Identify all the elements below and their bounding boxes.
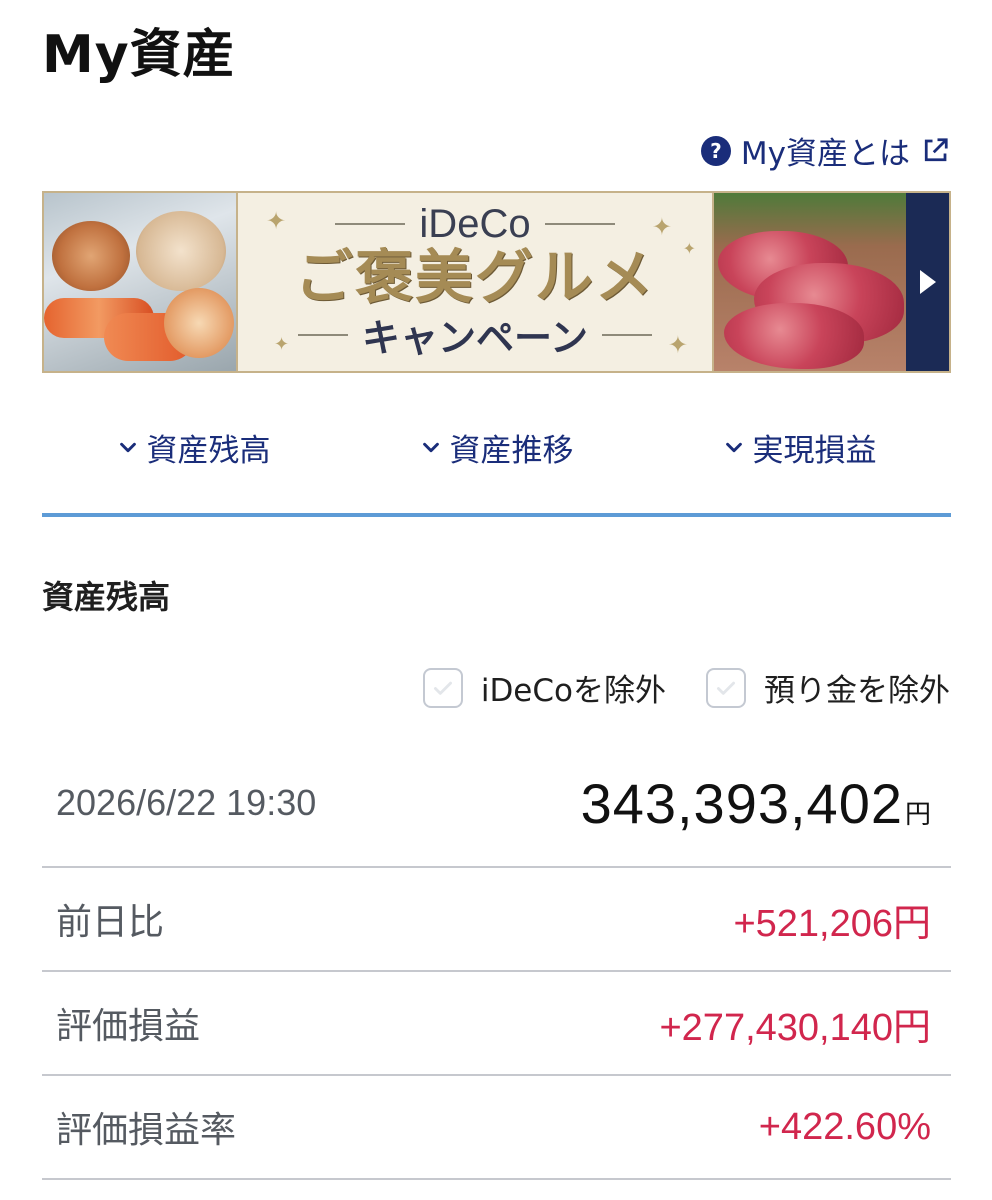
chevron-down-icon <box>725 442 742 453</box>
banner-sub-text: キャンペーン <box>361 316 589 361</box>
anchor-history-label: 資産推移 <box>449 432 574 469</box>
as-of-datetime: 2026/6/22 19:30 <box>56 782 317 823</box>
unrealized-pl-rate-value: +422.60% <box>758 1105 931 1148</box>
exclude-ideco-checkbox[interactable]: iDeCoを除外 <box>422 665 666 710</box>
exclude-ideco-label: iDeCoを除外 <box>480 673 666 709</box>
chevron-down-icon <box>422 442 439 453</box>
checkbox-box[interactable] <box>422 667 463 708</box>
summary-row: 評価損益率 +422.60% <box>42 1076 951 1180</box>
help-link[interactable]: ? My資産とは <box>700 128 950 173</box>
wagyu-beef-image <box>714 193 906 371</box>
day-change-value: +521,206円 <box>733 902 931 945</box>
anchor-history[interactable]: 資産推移 <box>345 420 648 474</box>
section-divider <box>42 513 951 517</box>
check-icon <box>433 681 452 695</box>
unrealized-pl-value: +277,430,140円 <box>659 1006 931 1049</box>
total-balance-value: 343,393,402 <box>580 771 903 835</box>
anchor-realized[interactable]: 実現損益 <box>648 420 951 474</box>
help-link-label: My資産とは <box>740 136 910 172</box>
summary-row: 前日比 +521,206円 <box>42 868 951 972</box>
unrealized-pl-rate-label: 評価損益率 <box>56 1110 237 1151</box>
unrealized-pl-label: 評価損益 <box>56 1006 201 1047</box>
chevron-down-icon <box>119 442 136 453</box>
banner-ideco-text: iDeCo <box>419 201 531 246</box>
external-link-icon <box>924 137 948 161</box>
banner-main-text: ご褒美グルメ <box>294 242 655 311</box>
play-arrow-icon <box>919 270 936 294</box>
check-icon <box>717 681 735 695</box>
filter-group: iDeCoを除外 預り金を除外 <box>422 665 950 710</box>
total-balance: 343,393,402 円 <box>581 771 951 836</box>
crab-platter-image <box>44 193 236 371</box>
section-title: 資産残高 <box>42 578 171 616</box>
total-balance-unit: 円 <box>904 799 931 830</box>
exclude-deposit-checkbox[interactable]: 預り金を除外 <box>706 665 950 710</box>
banner-next-button[interactable] <box>906 193 949 371</box>
exclude-deposit-label: 預り金を除外 <box>764 673 950 709</box>
campaign-banner[interactable]: ✦ ✦ ✦ ✦ ✦ iDeCo ご褒美グルメ キャンペーン <box>42 191 951 373</box>
total-balance-row: 2026/6/22 19:30 343,393,402 円 <box>42 740 951 868</box>
question-circle-icon: ? <box>700 135 731 166</box>
page-title: My資産 <box>42 25 236 85</box>
anchor-realized-label: 実現損益 <box>752 432 877 469</box>
checkbox-box[interactable] <box>706 667 746 708</box>
anchor-balance-label: 資産残高 <box>146 432 271 469</box>
summary-row: 評価損益 +277,430,140円 <box>42 972 951 1076</box>
day-change-label: 前日比 <box>56 902 165 943</box>
banner-text-panel: ✦ ✦ ✦ ✦ ✦ iDeCo ご褒美グルメ キャンペーン <box>236 193 714 371</box>
anchor-nav: 資産残高 資産推移 実現損益 <box>42 420 951 474</box>
anchor-balance[interactable]: 資産残高 <box>42 420 345 474</box>
